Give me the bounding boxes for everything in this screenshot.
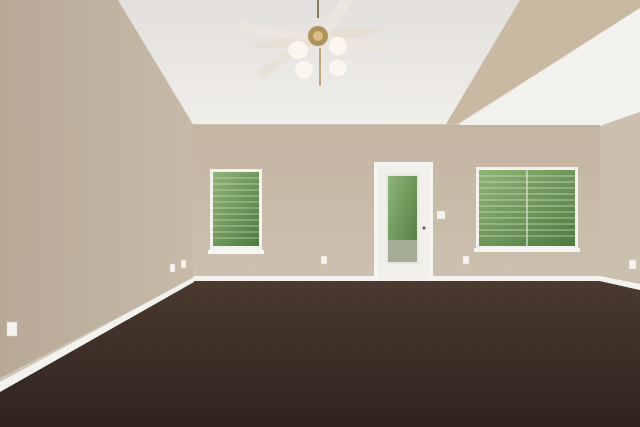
right-window [474, 167, 580, 252]
light-switch [436, 210, 446, 220]
left-window [208, 169, 264, 254]
room-scene [0, 0, 640, 427]
glass-door [374, 162, 433, 280]
